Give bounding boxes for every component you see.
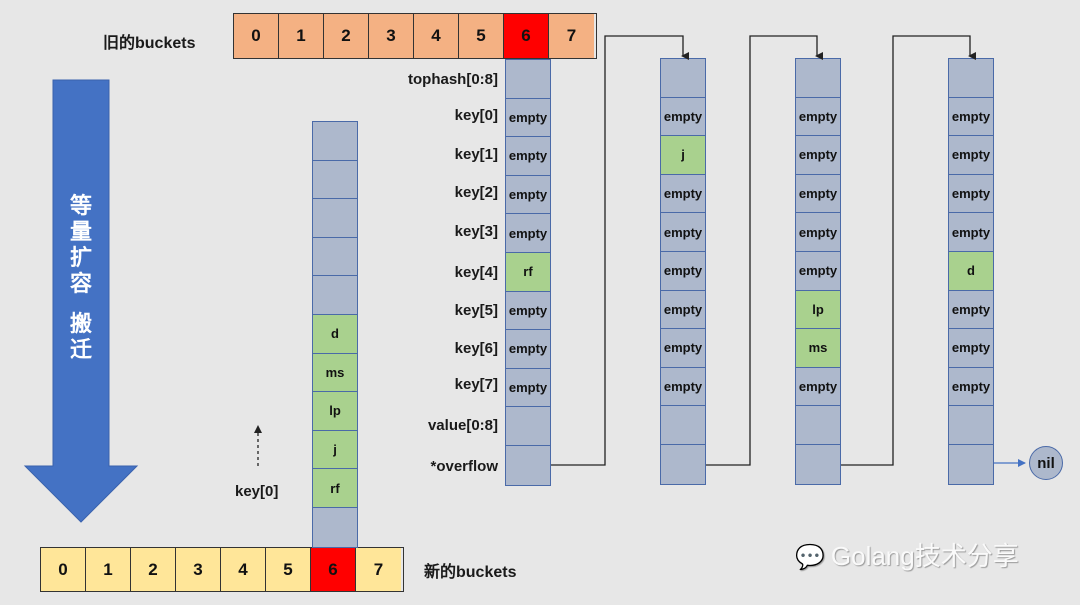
wechat-icon: 💬: [795, 544, 825, 571]
overflow-link-2: [706, 35, 823, 466]
nil-node: nil: [1029, 446, 1063, 480]
arrow-char: [66, 297, 96, 311]
overflow-connectors: [23, 35, 1026, 523]
watermark: 💬 Golang技术分享: [795, 536, 1019, 573]
arrow-char: 迁: [69, 337, 92, 362]
migration-arrow-label: 等量扩容 搬迁: [66, 193, 96, 363]
key0-pointer-label: key[0]: [235, 483, 279, 500]
arrow-char: 扩: [69, 245, 92, 270]
arrow-char: 等: [69, 193, 92, 218]
arrow-char: 容: [69, 271, 92, 296]
overflow-link-3: [841, 35, 976, 466]
arrow-char: 量: [69, 219, 92, 244]
overflow-link-1: [551, 35, 689, 466]
arrow-char: 搬: [69, 311, 92, 336]
watermark-text: Golang技术分享: [830, 541, 1019, 571]
key0-pointer-head: [254, 425, 262, 433]
